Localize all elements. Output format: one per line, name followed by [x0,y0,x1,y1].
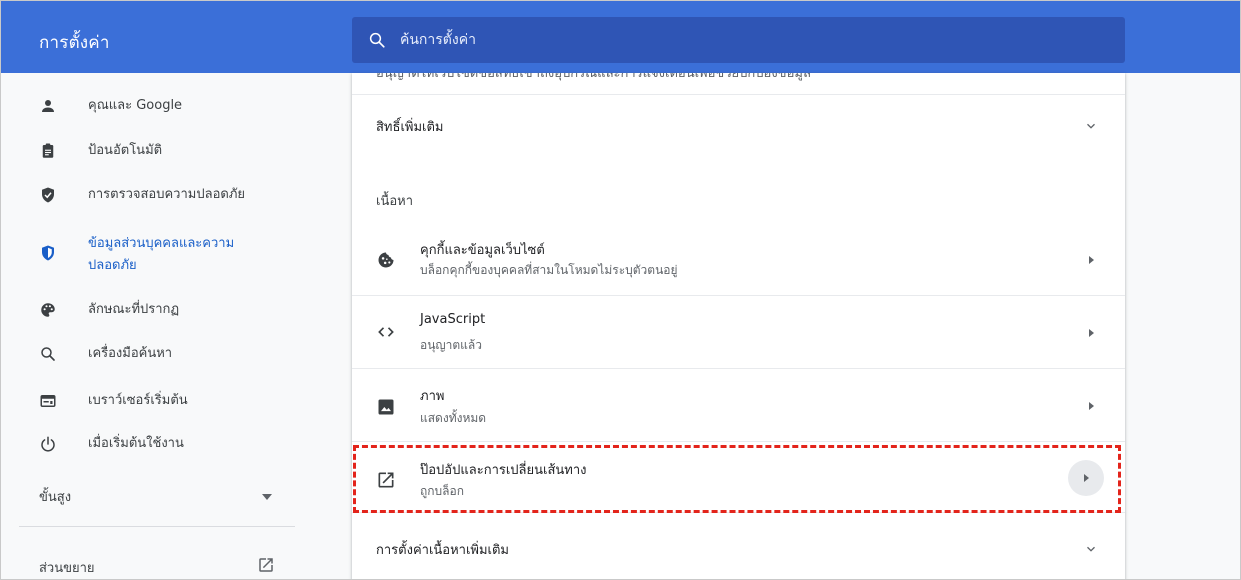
cutoff-description: อนุญาตให้เว็บไซต์ขอสิทธิ์เข้าถึงอุปกรณ์แ… [376,73,811,81]
search-icon [369,32,385,48]
sidebar-item-search-engine[interactable]: เครื่องมือค้นหา [1,343,297,371]
browser-icon [40,395,56,407]
sidebar-item-label: เมื่อเริ่มต้นใช้งาน [88,436,184,451]
cookies-subtitle: บล็อกคุกกี้ของบุคคลที่สามในโหมดไม่ระบุตั… [420,263,678,277]
power-icon [41,436,55,452]
chevron-down-icon [262,494,272,500]
person-icon [42,100,54,112]
sidebar-item-label: เบราว์เซอร์เริ่มต้น [88,393,188,408]
additional-permissions-label: สิทธิ์เพิ่มเติม [376,120,444,135]
image-icon [378,399,394,415]
images-row[interactable]: ภาพ แสดงทั้งหมด [352,369,1125,441]
advanced-label: ขั้นสูง [39,490,72,505]
sidebar-item-extensions[interactable]: ส่วนขยาย [1,548,297,578]
extensions-label: ส่วนขยาย [39,561,95,576]
chevron-down-icon [1087,123,1095,129]
search-input[interactable] [400,17,1100,63]
sidebar-item-you-and-google[interactable]: คุณและ Google [1,95,297,123]
sidebar-item-label: คุณและ Google [88,98,183,113]
additional-content-settings-row[interactable]: การตั้งค่าเนื้อหาเพิ่มเติม [352,513,1125,579]
content-section-heading: เนื้อหา [376,194,414,209]
additional-content-settings-label: การตั้งค่าเนื้อหาเพิ่มเติม [376,543,509,558]
search-icon [41,347,55,361]
palette-icon [41,303,55,317]
javascript-row[interactable]: JavaScript อนุญาตแล้ว [352,296,1125,368]
open-in-new-icon [259,558,273,572]
arrow-right-icon [1084,474,1089,482]
shield-privacy-icon [42,245,54,261]
images-subtitle: แสดงทั้งหมด [420,411,487,425]
sidebar-item-default-browser[interactable]: เบราว์เซอร์เริ่มต้น [1,390,297,418]
cookies-site-data-row[interactable]: คุกกี้และข้อมูลเว็บไซต์ บล็อกคุกกี้ของบุ… [352,225,1125,295]
code-icon [378,327,394,337]
arrow-right-icon [1089,329,1094,337]
sidebar-item-label: ลักษณะที่ปรากฏ [88,302,180,317]
sidebar-item-label: เครื่องมือค้นหา [88,346,173,361]
popups-redirects-row[interactable]: ป๊อปอัปและการเปลี่ยนเส้นทาง ถูกบล็อก [352,442,1125,512]
images-title: ภาพ [420,389,445,404]
popups-title: ป๊อปอัปและการเปลี่ยนเส้นทาง [420,463,587,478]
sidebar-item-label: ป้อนอัตโนมัติ [88,143,163,158]
cookies-title: คุกกี้และข้อมูลเว็บไซต์ [420,243,545,258]
arrow-right-icon [1089,402,1094,410]
sidebar-item-label-line2: ปลอดภัย [88,258,137,273]
sidebar-item-label: การตรวจสอบความปลอดภัย [88,187,246,202]
javascript-subtitle: อนุญาตแล้ว [420,338,482,352]
arrow-right-icon [1089,256,1094,264]
popups-subtitle: ถูกบล็อก [420,484,464,498]
open-in-new-icon [378,472,394,488]
sidebar-item-autofill[interactable]: ป้อนอัตโนมัติ [1,140,297,168]
javascript-title: JavaScript [420,312,486,327]
settings-window: การตั้งค่า คุณและ Google [0,0,1241,580]
search-box[interactable] [352,17,1125,63]
settings-card: อนุญาตให้เว็บไซต์ขอสิทธิ์เข้าถึงอุปกรณ์แ… [352,73,1125,579]
clipboard-icon [42,143,54,158]
header-bar: การตั้งค่า [1,1,1240,73]
sidebar-item-safety-check[interactable]: การตรวจสอบความปลอดภัย [1,184,297,212]
additional-permissions-row[interactable]: สิทธิ์เพิ่มเติม [352,95,1125,155]
sidebar-item-privacy-security[interactable]: ข้อมูลส่วนบุคคลและความ ปลอดภัย [1,231,297,277]
shield-check-icon [42,187,54,203]
sidebar-item-label-line1: ข้อมูลส่วนบุคคลและความ [88,236,235,251]
sidebar-item-on-startup[interactable]: เมื่อเริ่มต้นใช้งาน [1,433,297,461]
popups-open-button[interactable] [1068,460,1104,496]
chevron-down-icon [1087,546,1095,552]
sidebar-advanced-toggle[interactable]: ขั้นสูง [1,475,297,515]
cookie-icon [378,252,394,268]
page-title: การตั้งค่า [39,33,110,53]
sidebar-item-appearance[interactable]: ลักษณะที่ปรากฏ [1,299,297,327]
sidebar-divider [19,526,295,527]
sidebar: คุณและ Google ป้อนอัตโนมัติ การตรวจสอบคว… [1,73,297,579]
